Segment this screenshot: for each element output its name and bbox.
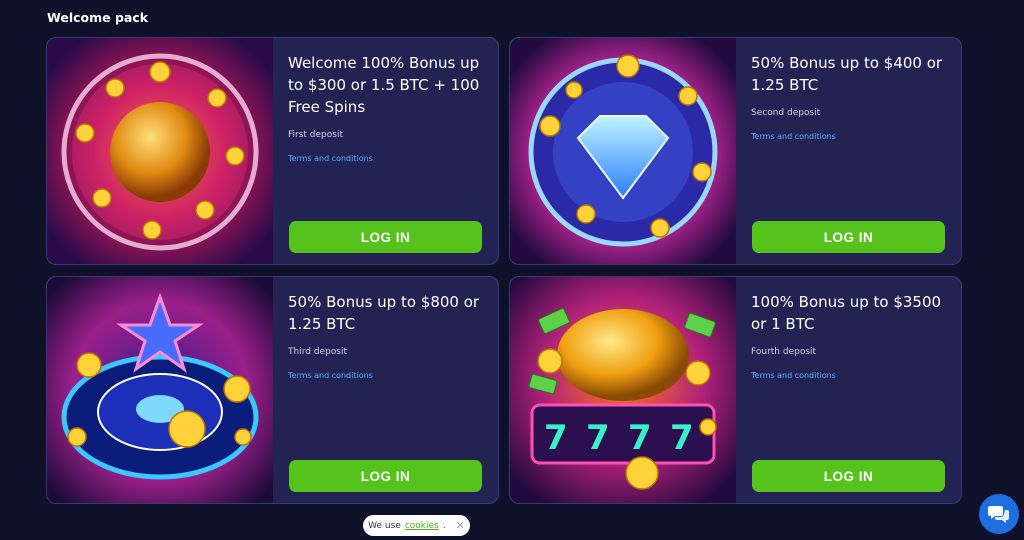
- login-button[interactable]: LOG IN: [289, 460, 482, 492]
- disco-ball-icon: [47, 38, 273, 264]
- login-button[interactable]: LOG IN: [752, 221, 945, 253]
- svg-text:7: 7: [628, 418, 652, 458]
- deposit-label: Third deposit: [288, 347, 348, 357]
- cookie-notice: We use cookies. ✕: [363, 515, 470, 536]
- terms-link[interactable]: Terms and conditions: [751, 371, 951, 380]
- svg-text:7: 7: [544, 418, 568, 458]
- offer-title: Welcome 100% Bonus up to $300 or 1.5 BTC…: [288, 54, 480, 116]
- chat-button[interactable]: [979, 494, 1019, 534]
- roulette-star-icon: [47, 277, 273, 503]
- offer-title: 50% Bonus up to $400 or 1.25 BTC: [751, 54, 943, 94]
- terms-link[interactable]: Terms and conditions: [288, 154, 488, 163]
- slot-machine-icon: 77 77: [510, 277, 736, 503]
- login-button[interactable]: LOG IN: [289, 221, 482, 253]
- bonus-card-first-deposit: Welcome 100% Bonus up to $300 or 1.5 BTC…: [46, 37, 499, 265]
- svg-text:7: 7: [586, 418, 610, 458]
- terms-link[interactable]: Terms and conditions: [288, 371, 488, 380]
- login-button[interactable]: LOG IN: [752, 460, 945, 492]
- deposit-label: Fourth deposit: [751, 347, 817, 357]
- cookie-suffix: .: [442, 520, 446, 531]
- terms-link[interactable]: Terms and conditions: [751, 132, 951, 141]
- offer-title: 50% Bonus up to $800 or 1.25 BTC: [288, 293, 480, 333]
- cookie-link[interactable]: cookies: [405, 521, 439, 531]
- cookie-text: We use: [368, 520, 401, 531]
- deposit-label: First deposit: [288, 130, 343, 140]
- bonus-card-third-deposit: 50% Bonus up to $800 or 1.25 BTC Third d…: [46, 276, 499, 504]
- bonus-card-second-deposit: 50% Bonus up to $400 or 1.25 BTC Second …: [509, 37, 962, 265]
- bonus-grid: Welcome 100% Bonus up to $300 or 1.5 BTC…: [46, 37, 963, 504]
- bonus-card-fourth-deposit: 77 77 100% Bonus up to $3500 or 1 BTC Fo…: [509, 276, 962, 504]
- svg-text:7: 7: [670, 418, 694, 458]
- chat-bubbles-icon: [988, 506, 1009, 523]
- deposit-label: Second deposit: [751, 108, 821, 118]
- offer-title: 100% Bonus up to $3500 or 1 BTC: [751, 293, 942, 333]
- close-icon[interactable]: ✕: [456, 519, 465, 532]
- diamond-icon: [510, 38, 736, 264]
- section-title: Welcome pack: [47, 10, 149, 25]
